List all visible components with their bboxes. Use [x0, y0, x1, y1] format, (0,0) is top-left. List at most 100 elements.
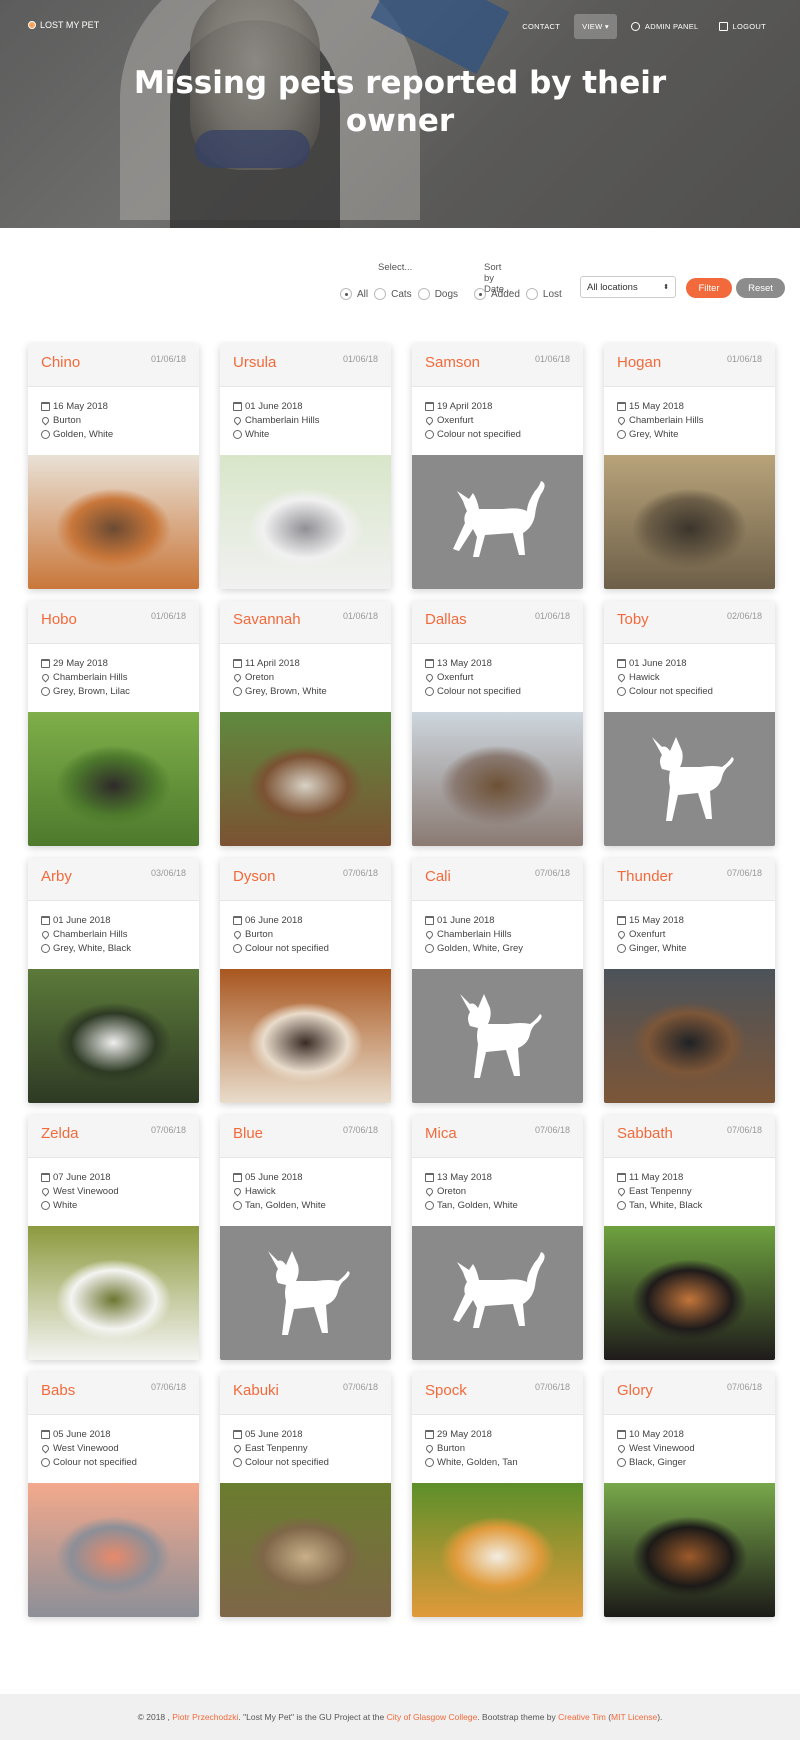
pet-card-details: 06 June 2018 Burton Colour not specified [220, 901, 391, 971]
pet-card[interactable]: Kabuki 07/06/18 05 June 2018 East Tenpenny C… [220, 1372, 391, 1617]
calendar-icon [233, 401, 242, 411]
lost-date-row: 13 May 2018 [425, 1170, 570, 1184]
pet-card[interactable]: Blue 07/06/18 05 June 2018 Hawick Tan, Golde… [220, 1115, 391, 1360]
location-row: West Vinewood [40, 1441, 186, 1455]
pet-name[interactable]: Ursula [233, 354, 276, 371]
radio-all[interactable] [340, 288, 352, 300]
pet-card[interactable]: Spock 07/06/18 29 May 2018 Burton White, Gol… [412, 1372, 583, 1617]
footer-license-link[interactable]: MIT License [611, 1712, 657, 1722]
location-row: West Vinewood [40, 1184, 186, 1198]
pet-card[interactable]: Chino 01/06/18 16 May 2018 Burton Golden, Wh… [28, 344, 199, 589]
nav-logout[interactable]: LOGOUT [713, 14, 772, 39]
footer-theme-link[interactable]: Creative Tim [558, 1712, 606, 1722]
pet-name[interactable]: Dallas [425, 611, 467, 628]
pet-location: Burton [245, 928, 273, 940]
location-pin-icon [424, 672, 435, 682]
pet-name[interactable]: Thunder [617, 868, 673, 885]
location-row: East Tenpenny [232, 1441, 378, 1455]
cat-photo [220, 712, 391, 846]
pet-colour: Tan, White, Black [629, 1199, 703, 1211]
pet-card[interactable]: Samson 01/06/18 19 April 2018 Oxenfurt Colou… [412, 344, 583, 589]
pet-name[interactable]: Arby [41, 868, 72, 885]
nav-view-dropdown[interactable]: VIEW ▾ [574, 14, 617, 39]
pet-name[interactable]: Babs [41, 1382, 75, 1399]
reset-button[interactable]: Reset [736, 278, 785, 298]
filter-button[interactable]: Filter [686, 278, 732, 298]
pet-card[interactable]: Dyson 07/06/18 06 June 2018 Burton Colour no… [220, 858, 391, 1103]
cat-placeholder-icon [412, 1226, 583, 1360]
lost-date: 13 May 2018 [437, 657, 492, 669]
brand-label: LOST MY PET [40, 20, 100, 30]
pet-name[interactable]: Cali [425, 868, 451, 885]
cat-photo [412, 1483, 583, 1617]
pet-card[interactable]: Cali 07/06/18 01 June 2018 Chamberlain Hill… [412, 858, 583, 1103]
radio-lost[interactable] [525, 288, 538, 300]
pet-added-date: 07/06/18 [534, 868, 570, 878]
pet-card-details: 29 May 2018 Burton White, Golden, Tan [412, 1415, 583, 1485]
footer-text-1: . "Lost My Pet" is the GU Project at the [238, 1712, 387, 1722]
pet-name[interactable]: Samson [425, 354, 480, 371]
location-row: East Tenpenny [616, 1184, 762, 1198]
footer-author-link[interactable]: Piotr Przechodzki [172, 1712, 238, 1722]
pet-location: Chamberlain Hills [245, 414, 320, 426]
pet-name[interactable]: Mica [425, 1125, 457, 1142]
lost-date-row: 19 April 2018 [425, 399, 570, 413]
lost-date-row: 29 May 2018 [425, 1427, 570, 1441]
location-row: Chamberlain Hills [616, 413, 762, 427]
pet-card[interactable]: Thunder 07/06/18 15 May 2018 Oxenfurt Ginger… [604, 858, 775, 1103]
pet-name[interactable]: Dyson [233, 868, 276, 885]
pet-name[interactable]: Chino [41, 354, 80, 371]
pet-location: Oxenfurt [437, 414, 474, 426]
pet-card-details: 15 May 2018 Chamberlain Hills Grey, White [604, 387, 775, 457]
pet-name[interactable]: Blue [233, 1125, 263, 1142]
pet-card[interactable]: Babs 07/06/18 05 June 2018 West Vinewood Col… [28, 1372, 199, 1617]
lost-date: 15 May 2018 [629, 914, 684, 926]
pet-added-date: 01/06/18 [726, 354, 762, 364]
pet-name[interactable]: Kabuki [233, 1382, 279, 1399]
lost-date-row: 16 May 2018 [41, 399, 186, 413]
location-pin-icon [232, 1186, 243, 1196]
pet-added-date: 01/06/18 [342, 354, 378, 364]
location-pin-icon [232, 1443, 243, 1453]
lost-date-row: 11 April 2018 [233, 656, 378, 670]
pet-card[interactable]: Glory 07/06/18 10 May 2018 West Vinewood Bla… [604, 1372, 775, 1617]
pet-name[interactable]: Sabbath [617, 1125, 673, 1142]
pet-card[interactable]: Sabbath 07/06/18 11 May 2018 East Tenpenny T… [604, 1115, 775, 1360]
pet-name[interactable]: Hobo [41, 611, 77, 628]
cat-photo [604, 969, 775, 1103]
brand-link[interactable]: LOST MY PET [28, 20, 99, 30]
radio-dogs-label: Dogs [434, 288, 459, 300]
pet-name[interactable]: Hogan [617, 354, 661, 371]
radio-cats[interactable] [374, 288, 387, 300]
nav-admin-panel[interactable]: ADMIN PANEL [625, 14, 705, 39]
pet-name[interactable]: Spock [425, 1382, 467, 1399]
pet-name[interactable]: Zelda [41, 1125, 79, 1142]
pet-card[interactable]: Toby 02/06/18 01 June 2018 Hawick Colour not… [604, 601, 775, 846]
pet-card[interactable]: Ursula 01/06/18 01 June 2018 Chamberlain Hi… [220, 344, 391, 589]
pet-name[interactable]: Glory [617, 1382, 653, 1399]
palette-icon [425, 1457, 434, 1467]
radio-added[interactable] [474, 288, 486, 300]
pet-location: West Vinewood [53, 1442, 119, 1454]
pet-card[interactable]: Hogan 01/06/18 15 May 2018 Chamberlain Hill… [604, 344, 775, 589]
colour-row: Grey, White, Black [41, 941, 186, 955]
pet-name[interactable]: Savannah [233, 611, 301, 628]
location-row: Burton [424, 1441, 570, 1455]
pet-card[interactable]: Savannah 01/06/18 11 April 2018 Oreton Grey,… [220, 601, 391, 846]
nav-contact[interactable]: CONTACT [516, 14, 566, 39]
radio-dogs[interactable] [417, 288, 430, 300]
location-row: Chamberlain Hills [232, 413, 378, 427]
footer-college-link[interactable]: City of Glasgow College [387, 1712, 478, 1722]
pet-card[interactable]: Mica 07/06/18 13 May 2018 Oreton Tan, Golden… [412, 1115, 583, 1360]
location-select[interactable]: All locations ⬍ [580, 276, 676, 298]
pet-colour: Golden, White [53, 428, 114, 440]
lost-date: 05 June 2018 [53, 1428, 111, 1440]
pet-colour: Grey, White [629, 428, 679, 440]
pet-name[interactable]: Toby [617, 611, 649, 628]
pet-card[interactable]: Hobo 01/06/18 29 May 2018 Chamberlain Hills… [28, 601, 199, 846]
pet-card[interactable]: Arby 03/06/18 01 June 2018 Chamberlain Hill… [28, 858, 199, 1103]
pet-card[interactable]: Dallas 01/06/18 13 May 2018 Oxenfurt Colour … [412, 601, 583, 846]
calendar-icon [425, 915, 434, 925]
pet-card[interactable]: Zelda 07/06/18 07 June 2018 West Vinewood Wh… [28, 1115, 199, 1360]
pet-card-header: Toby 02/06/18 [604, 601, 775, 644]
